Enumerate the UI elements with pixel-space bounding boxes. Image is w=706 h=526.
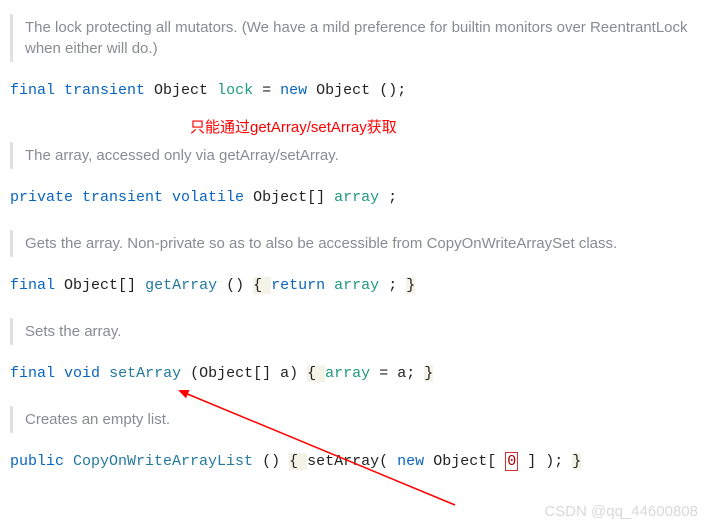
tail-bracket: ]	[527, 453, 536, 470]
tail: ();	[379, 82, 406, 99]
ctor-name: CopyOnWriteArrayList	[73, 453, 253, 470]
brace-close: }	[406, 277, 415, 294]
comment-getarray: Gets the array. Non-private so as to als…	[10, 230, 696, 257]
equals: =	[262, 82, 280, 99]
comment-lock: The lock protecting all mutators. (We ha…	[10, 14, 696, 62]
params: ()	[262, 453, 280, 470]
brace-open: {	[253, 277, 271, 294]
method-setarray: setArray	[109, 365, 181, 382]
arr-type: Object[	[433, 453, 496, 470]
arrow-icon	[175, 385, 475, 515]
watermark: CSDN @qq_44600808	[544, 501, 698, 522]
comment-setarray: Sets the array.	[10, 318, 696, 345]
keyword-priv-trans-vol: private transient volatile	[10, 189, 244, 206]
type-object-arr: Object[]	[253, 189, 325, 206]
brace-open2: {	[307, 365, 325, 382]
keyword-new: new	[280, 82, 307, 99]
semi: ;	[388, 277, 406, 294]
ctor-object: Object	[316, 82, 370, 99]
call-setarray: setArray(	[307, 453, 388, 470]
ident-array-assign: array	[325, 365, 370, 382]
code-ctor: public CopyOnWriteArrayList () { setArra…	[10, 451, 696, 472]
ident-array: array	[334, 189, 379, 206]
zero-highlight: 0	[505, 452, 518, 471]
ret-type: Object[]	[64, 277, 136, 294]
semi: ;	[388, 189, 397, 206]
keyword-public: public	[10, 453, 64, 470]
brace-open3: {	[289, 453, 307, 470]
keyword-final: final	[10, 277, 55, 294]
comment-ctor: Creates an empty list.	[10, 406, 696, 433]
ident-array-ret: array	[334, 277, 379, 294]
keyword-return: return	[271, 277, 325, 294]
ident-lock: lock	[217, 82, 253, 99]
assign-a: = a;	[379, 365, 424, 382]
params: (Object[] a)	[190, 365, 298, 382]
keyword-new2: new	[397, 453, 424, 470]
comment-array: The array, accessed only via getArray/se…	[10, 142, 696, 169]
code-lock-field: final transient Object lock = new Object…	[10, 80, 696, 101]
annotation-red-text: 只能通过getArray/setArray获取	[190, 117, 696, 138]
code-getarray: final Object[] getArray () { return arra…	[10, 275, 696, 296]
code-array-field: private transient volatile Object[] arra…	[10, 187, 696, 208]
brace-close2: }	[424, 365, 433, 382]
brace-close3: }	[572, 453, 581, 470]
type-object: Object	[154, 82, 208, 99]
tail-paren: );	[545, 453, 572, 470]
code-setarray: final void setArray (Object[] a) { array…	[10, 363, 696, 384]
params: ()	[226, 277, 244, 294]
keyword-void: void	[64, 365, 100, 382]
keyword-final-transient: final transient	[10, 82, 145, 99]
keyword-final2: final	[10, 365, 55, 382]
method-getarray: getArray	[145, 277, 217, 294]
